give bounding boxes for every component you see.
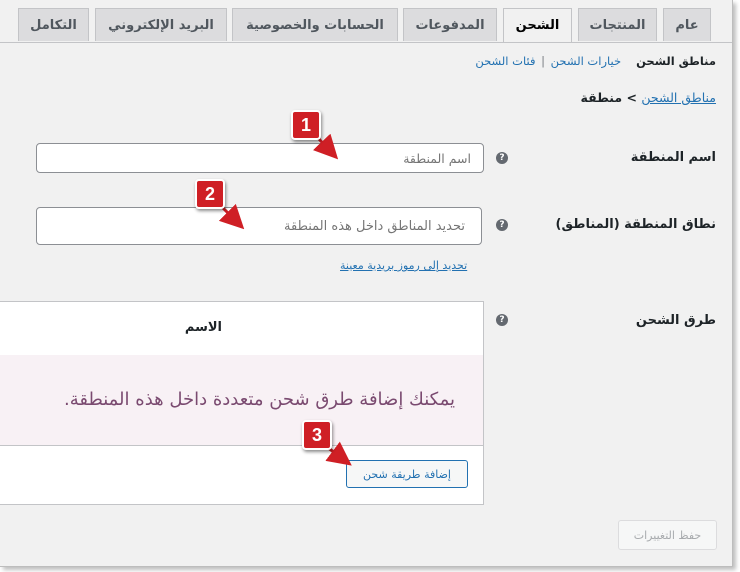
zone-regions-input[interactable]: تحديد المناطق داخل هذه المنطقة [36, 207, 482, 245]
tab-general[interactable]: عام [663, 8, 711, 41]
table-header: الاسم [0, 302, 483, 356]
tab-accounts-privacy[interactable]: الحسابات والخصوصية [232, 8, 398, 41]
tab-products[interactable]: المنتجات [578, 8, 657, 41]
subnav-options[interactable]: خيارات الشحن [551, 54, 621, 68]
breadcrumb-zones-link[interactable]: مناطق الشحن [641, 90, 716, 105]
save-changes-button[interactable]: حفظ التغييرات [618, 520, 717, 550]
shipping-methods-label: طرق الشحن [635, 313, 716, 328]
add-shipping-method-button[interactable]: إضافة طريقة شحن [346, 460, 468, 488]
help-icon[interactable]: ? [496, 219, 508, 231]
help-icon[interactable]: ? [496, 152, 508, 164]
tab-payments[interactable]: المدفوعات [403, 8, 497, 41]
annotation-badge-1: 1 [291, 110, 321, 140]
zone-regions-label: نطاق المنطقة (المناطق) [555, 217, 716, 232]
help-icon[interactable]: ? [496, 314, 508, 326]
breadcrumb-current: منطقة [580, 90, 623, 105]
subnav-separator [627, 54, 631, 68]
subnav-classes[interactable]: فئات الشحن [475, 54, 535, 68]
limit-postcodes-link[interactable]: تحديد إلى رموز بريدية معينة [340, 259, 467, 272]
shipping-subnav: مناطق الشحن خيارات الشحن | فئات الشحن [475, 54, 716, 68]
column-name-header: الاسم [184, 320, 222, 335]
breadcrumb-separator: > [626, 90, 637, 105]
breadcrumb: مناطق الشحن > منطقة [581, 90, 716, 105]
tab-shipping[interactable]: الشحن [503, 8, 572, 42]
settings-window: التكامل البريد الإلكتروني الحسابات والخص… [0, 0, 733, 567]
tab-email[interactable]: البريد الإلكتروني [95, 8, 227, 41]
settings-tabs: التكامل البريد الإلكتروني الحسابات والخص… [0, 0, 732, 43]
zone-name-label: اسم المنطقة [630, 150, 716, 165]
empty-state-message: يمكنك إضافة طرق شحن متعددة داخل هذه المن… [63, 389, 455, 410]
subnav-zones[interactable]: مناطق الشحن [636, 54, 716, 68]
empty-state-row: يمكنك إضافة طرق شحن متعددة داخل هذه المن… [0, 355, 483, 446]
zone-name-input[interactable]: اسم المنطقة [36, 143, 484, 173]
annotation-badge-3: 3 [302, 420, 332, 450]
tab-integration[interactable]: التكامل [18, 8, 89, 41]
annotation-badge-2: 2 [195, 179, 225, 209]
subnav-separator: | [541, 54, 545, 68]
